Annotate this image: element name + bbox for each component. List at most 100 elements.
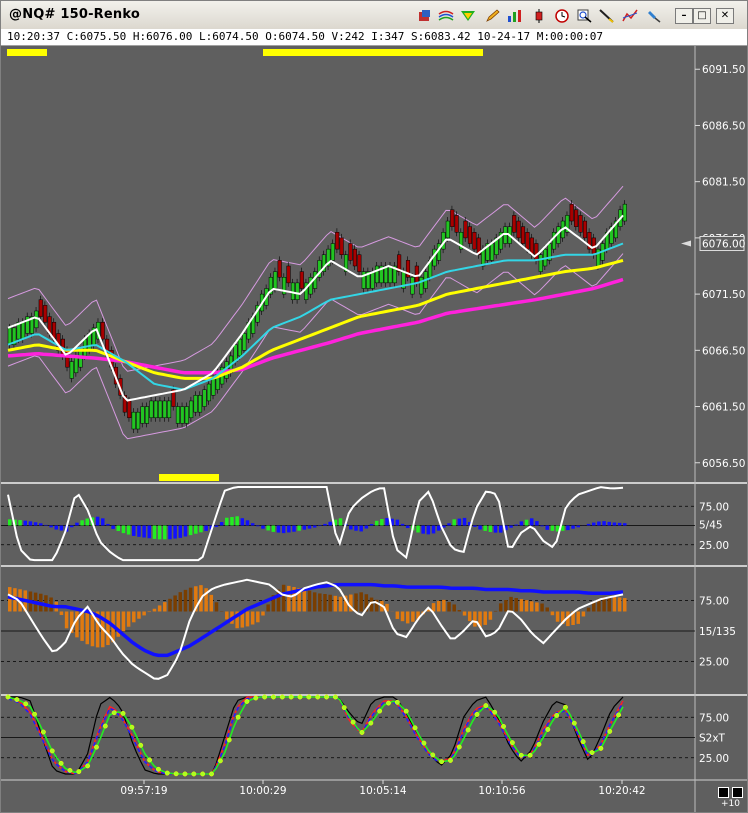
- renko-brick: [153, 400, 158, 419]
- histogram-bar: [199, 525, 203, 533]
- histogram-bar: [121, 525, 126, 534]
- histogram-bar: [256, 525, 260, 527]
- corner-box-icon[interactable]: [718, 787, 729, 798]
- highlight-bar: [159, 474, 219, 481]
- renko-brick: [100, 321, 105, 340]
- histogram-bar: [85, 611, 90, 645]
- x-tick-label: 09:57:19: [120, 785, 167, 797]
- chart-area[interactable]: 75.00 25.00 5/45 75.00 25.00 15/135 75.00 25.…: [1, 46, 747, 812]
- stoch-dot: [288, 694, 294, 700]
- corner-box-icon[interactable]: [732, 787, 743, 798]
- draw-line-icon[interactable]: [599, 8, 615, 23]
- histogram-bar: [354, 593, 358, 612]
- histogram-bar: [281, 525, 286, 534]
- y-tick-label: 6081.50: [702, 177, 745, 189]
- title-bar[interactable]: @NQ# 150-Renko – □ ✕: [1, 1, 747, 30]
- histogram-bar: [452, 604, 456, 612]
- renko-brick: [335, 232, 340, 250]
- histogram-bar: [545, 607, 549, 612]
- histogram-bar: [106, 523, 110, 526]
- renko-brick: [21, 321, 26, 340]
- histogram-bar: [266, 525, 270, 531]
- minimize-button[interactable]: –: [675, 8, 693, 24]
- renko-brick: [348, 243, 353, 261]
- candlestick-icon[interactable]: [531, 8, 547, 23]
- renko-brick: [175, 406, 180, 424]
- histogram-bar: [421, 525, 425, 534]
- quote-icon[interactable]: [417, 8, 433, 23]
- stoch-dot: [554, 712, 560, 718]
- histogram-bar: [142, 611, 146, 616]
- histogram-bar: [44, 524, 48, 526]
- histogram-bar: [214, 525, 219, 527]
- stoch-dot: [226, 737, 232, 743]
- histogram-bar: [137, 611, 141, 619]
- clock-icon[interactable]: [554, 8, 570, 23]
- histogram-bar: [462, 517, 467, 526]
- histogram-bar: [147, 611, 152, 613]
- pencil-icon[interactable]: [485, 8, 501, 23]
- panel-label: 5/45: [699, 520, 723, 532]
- stoch-dot: [271, 694, 276, 700]
- histogram-bar: [442, 599, 446, 612]
- renko-brick: [339, 237, 344, 256]
- renko-brick: [525, 232, 530, 250]
- stoch-dot: [155, 766, 161, 772]
- stoch-dot: [598, 745, 604, 751]
- renko-brick: [414, 265, 419, 284]
- maximize-button[interactable]: □: [693, 8, 711, 24]
- chart-style-icon[interactable]: [438, 8, 454, 23]
- stoch-dot: [589, 750, 595, 756]
- close-button[interactable]: ✕: [716, 8, 734, 24]
- histogram-bar: [225, 611, 229, 620]
- x-tick-label: 10:05:14: [359, 785, 406, 797]
- histogram-bar: [524, 600, 529, 612]
- histogram-bar: [540, 603, 544, 612]
- renko-brick: [180, 406, 185, 424]
- histogram-bar: [535, 521, 539, 526]
- histogram-bar: [514, 597, 518, 612]
- stoch-dot: [368, 720, 374, 726]
- search-icon[interactable]: [577, 8, 593, 23]
- trend-icon[interactable]: [622, 8, 638, 23]
- histogram-bar: [312, 592, 317, 612]
- histogram-bar: [509, 596, 513, 612]
- stoch-dot: [297, 694, 303, 700]
- stoch-dot: [483, 703, 489, 709]
- histogram-bar: [597, 521, 601, 526]
- x-tick-label: 10:10:56: [478, 785, 525, 797]
- histogram-bar: [106, 611, 110, 646]
- stoch-dot: [58, 760, 64, 766]
- stoch-dot: [350, 719, 356, 725]
- bar-chart-icon[interactable]: [507, 8, 523, 23]
- pin-icon[interactable]: [646, 8, 662, 23]
- histogram-bar: [555, 611, 560, 622]
- histogram-bar: [33, 522, 38, 526]
- histogram-bar: [8, 519, 12, 526]
- histogram-bar: [147, 525, 152, 539]
- histogram-bar: [509, 525, 513, 528]
- stoch-dot: [607, 728, 613, 734]
- histogram-bar: [405, 611, 410, 624]
- window-title: @NQ# 150-Renko: [9, 7, 140, 22]
- y-tick-label: 75.00: [699, 712, 729, 724]
- histogram-bar: [519, 521, 524, 526]
- y-tick-label: 6086.50: [702, 120, 745, 132]
- y-tick-label: 25.00: [699, 540, 729, 552]
- histogram-bar: [612, 596, 617, 612]
- stoch-dot: [191, 771, 197, 777]
- stoch-dot: [138, 742, 144, 748]
- histogram-bar: [64, 611, 69, 629]
- renko-brick: [574, 209, 579, 227]
- stoch-dot: [23, 701, 29, 707]
- stoch-dot: [341, 705, 347, 711]
- renko-brick: [242, 333, 247, 351]
- indicator-icon[interactable]: [460, 8, 476, 23]
- histogram-bar: [250, 611, 255, 625]
- histogram-bar: [467, 611, 472, 622]
- histogram-bar: [178, 592, 183, 612]
- renko-brick: [445, 220, 450, 239]
- renko-brick: [357, 254, 362, 272]
- stoch-dot: [40, 729, 46, 735]
- histogram-bar: [266, 604, 270, 612]
